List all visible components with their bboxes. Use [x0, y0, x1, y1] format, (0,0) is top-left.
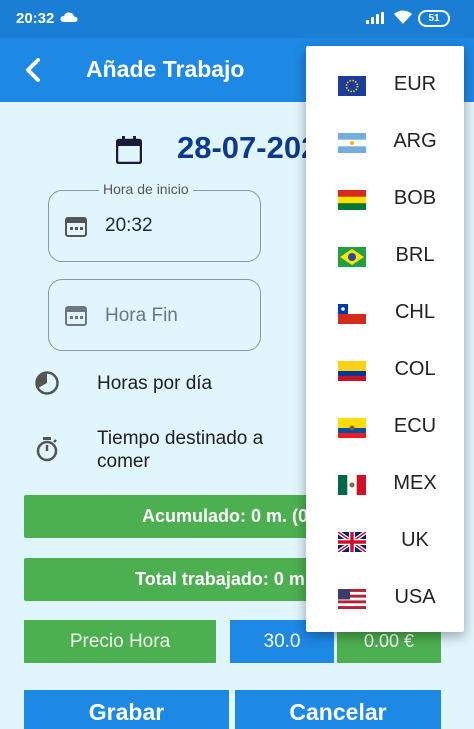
- usa-flag-icon: [338, 589, 366, 609]
- calendar-small-icon: [65, 217, 87, 237]
- calendar-small-icon: [65, 306, 87, 326]
- status-time: 20:32: [16, 10, 55, 27]
- price-hour-label: Precio Hora: [24, 620, 216, 663]
- brazil-flag-icon: [338, 247, 366, 267]
- start-time-value: 20:32: [105, 215, 153, 236]
- stopwatch-icon: [36, 437, 58, 462]
- currency-code: ECU: [393, 415, 437, 437]
- currency-code: UK: [401, 529, 429, 551]
- start-time-field[interactable]: Hora de inicio 20:32: [48, 181, 261, 262]
- chile-flag-icon: [338, 304, 366, 324]
- currency-code: CHL: [394, 301, 435, 323]
- page-title: Añade Trabajo: [86, 56, 245, 82]
- cancel-button[interactable]: Cancelar: [235, 690, 441, 729]
- currency-code: EUR: [393, 73, 437, 95]
- currency-code: ARG: [393, 130, 437, 152]
- menu-item-arg[interactable]: ARG: [306, 113, 464, 170]
- hours-per-day-label: Horas por día: [97, 373, 213, 394]
- uk-flag-icon: [338, 532, 366, 552]
- back-arrow-icon[interactable]: [20, 54, 48, 86]
- cloud-icon: [60, 12, 78, 22]
- battery-level: 51: [428, 13, 440, 24]
- battery-icon: 51: [418, 10, 450, 27]
- menu-item-brl[interactable]: BRL: [306, 227, 464, 284]
- mexico-flag-icon: [338, 475, 366, 495]
- menu-item-col[interactable]: COL: [306, 341, 464, 398]
- start-time-legend: Hora de inicio: [99, 181, 193, 197]
- signal-icon: [366, 12, 384, 24]
- calendar-icon[interactable]: [116, 136, 142, 164]
- currency-code: USA: [394, 586, 436, 608]
- date-text[interactable]: 28-07-202: [177, 130, 318, 166]
- currency-code: MEX: [393, 472, 437, 494]
- menu-item-usa[interactable]: USA: [306, 569, 464, 626]
- menu-item-uk[interactable]: UK: [306, 512, 464, 569]
- status-bar: 20:32 51: [0, 0, 474, 38]
- meal-time-label: Tiempo destinado a comer: [97, 428, 264, 472]
- eu-flag-icon: [338, 76, 366, 96]
- clock-icon: [35, 371, 59, 395]
- menu-item-eur[interactable]: EUR: [306, 56, 464, 113]
- wifi-icon: [394, 10, 412, 24]
- currency-code: COL: [394, 358, 436, 380]
- menu-item-ecu[interactable]: ECU: [306, 398, 464, 455]
- save-button[interactable]: Grabar: [24, 690, 229, 729]
- currency-code: BOB: [393, 187, 437, 209]
- menu-item-bob[interactable]: BOB: [306, 170, 464, 227]
- end-time-field[interactable]: Hora Fin: [48, 279, 261, 351]
- currency-code: BRL: [395, 244, 435, 266]
- menu-item-chl[interactable]: CHL: [306, 284, 464, 341]
- end-time-placeholder: Hora Fin: [105, 305, 178, 326]
- bolivia-flag-icon: [338, 190, 366, 210]
- menu-item-mex[interactable]: MEX: [306, 455, 464, 512]
- currency-menu: EUR ARG BOB BRL CHL COL ECU MEX UK USA: [306, 46, 464, 632]
- argentina-flag-icon: [338, 133, 366, 153]
- ecuador-flag-icon: [338, 418, 366, 438]
- colombia-flag-icon: [338, 361, 366, 381]
